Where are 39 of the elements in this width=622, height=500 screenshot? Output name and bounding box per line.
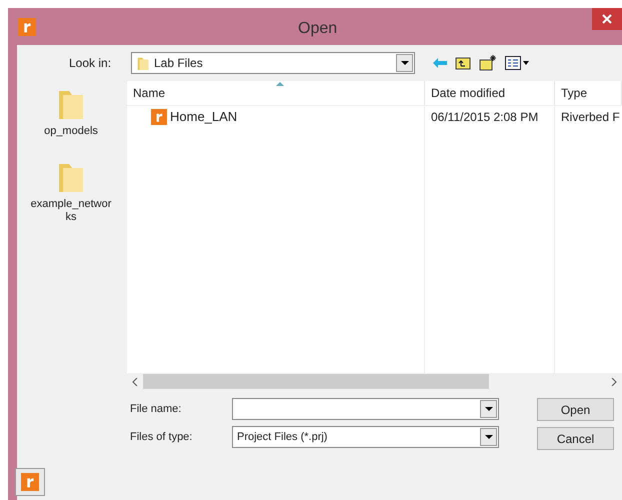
file-name-cell[interactable]: Home_LAN — [170, 107, 238, 127]
look-in-value: Lab Files — [154, 55, 204, 72]
file-type-value: Project Files (*.prj) — [237, 430, 328, 445]
caret-icon — [400, 61, 408, 65]
type-cell-text: Riverbed F — [561, 109, 620, 126]
date-cell-text: 06/11/2015 2:08 PM — [431, 109, 538, 126]
view-menu-icon[interactable] — [505, 56, 529, 70]
new-folder-icon[interactable] — [479, 55, 497, 71]
file-type-dropdown[interactable]: Project Files (*.prj) — [232, 426, 499, 448]
app-logo-icon — [151, 109, 167, 125]
field-label: Files of type: — [130, 430, 194, 445]
window-title: Open — [298, 19, 338, 39]
scrollbar-thumb[interactable] — [143, 374, 489, 389]
dropdown-button[interactable] — [396, 54, 413, 72]
column-header[interactable]: Date modified — [425, 81, 555, 105]
folder-icon — [136, 55, 150, 71]
scroll-left-icon[interactable] — [132, 378, 138, 386]
open-button[interactable]: Open — [537, 398, 614, 421]
horizontal-scrollbar[interactable] — [127, 373, 622, 390]
caret-icon — [484, 407, 492, 411]
look-in-dropdown[interactable]: Lab Files — [131, 52, 415, 74]
dropdown-button[interactable] — [480, 400, 497, 418]
place-label[interactable]: example_networks — [29, 198, 113, 224]
caret-icon — [484, 435, 492, 439]
column-header[interactable]: Type — [555, 81, 622, 105]
app-logo-icon — [18, 18, 36, 36]
place-label[interactable]: op_models — [29, 125, 113, 138]
close-button[interactable] — [592, 8, 622, 30]
close-icon — [602, 14, 612, 24]
column-header[interactable]: Name — [127, 81, 425, 105]
cancel-button[interactable]: Cancel — [537, 427, 614, 450]
sort-arrow-icon — [276, 82, 284, 86]
look-in-label: Look in: — [69, 55, 112, 72]
scroll-right-icon[interactable] — [611, 378, 617, 386]
dropdown-button[interactable] — [480, 428, 497, 446]
file-name-field[interactable] — [232, 398, 499, 420]
up-folder-icon[interactable] — [455, 56, 471, 70]
field-label: File name: — [130, 402, 182, 417]
app-logo-icon — [21, 473, 39, 491]
